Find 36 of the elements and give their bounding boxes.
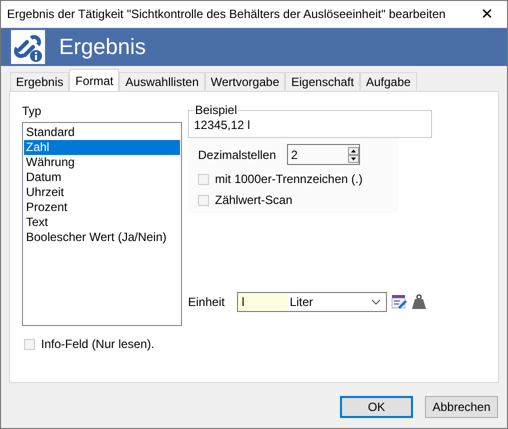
tab[interactable]: Auswahllisten	[119, 72, 205, 91]
up-arrow-icon[interactable]	[348, 146, 360, 154]
list-item[interactable]: Uhrzeit	[24, 185, 180, 200]
checkbox-label: Info-Feld (Nur lesen).	[41, 337, 154, 351]
field-label: Einheit	[188, 295, 225, 309]
chevron-down-icon[interactable]	[370, 299, 381, 305]
type-list[interactable]: Standard Zahl Währung Datum Uhrzeit Prozent Text Boolescher Wert (Ja/Nein)	[22, 122, 182, 326]
unit-combo[interactable]: l Liter	[236, 292, 387, 312]
close-button[interactable]: ✕	[467, 1, 507, 27]
field-label: Dezimalstellen	[198, 148, 276, 162]
list-item[interactable]: Datum	[24, 170, 180, 185]
list-item[interactable]: Boolescher Wert (Ja/Nein)	[24, 230, 180, 245]
tab[interactable]: Wertvorgabe	[204, 72, 286, 91]
tab[interactable]: Format	[69, 69, 120, 91]
checkbox-label: mit 1000er-Trennzeichen (.)	[215, 172, 363, 186]
field-label: Typ	[22, 104, 42, 118]
banner-title: Ergebnis	[59, 34, 146, 60]
checkbox-label: Zählwert-Scan	[215, 193, 292, 207]
list-item[interactable]: Prozent	[24, 200, 180, 215]
decimals-spinner[interactable]: 2	[287, 144, 360, 165]
list-item[interactable]: Text	[24, 215, 180, 230]
down-arrow-icon[interactable]	[348, 154, 360, 162]
list-item[interactable]: Standard	[24, 125, 180, 140]
window-title: Ergebnis der Tätigkeit "Sichtkontrolle des Behälters der Auslöseeinheit" bearbeiten	[7, 7, 446, 21]
link-info-icon	[11, 30, 45, 64]
list-item[interactable]: Zahl	[24, 140, 180, 155]
tab[interactable]: Aufgabe	[360, 72, 417, 91]
example-value: 12345,12 l	[194, 118, 250, 132]
cancel-button[interactable]: Abbrechen	[425, 396, 498, 418]
list-item[interactable]: Währung	[24, 155, 180, 170]
ok-button[interactable]: OK	[340, 396, 413, 418]
tab[interactable]: Eigenschaft	[285, 72, 360, 91]
edit-list-icon[interactable]	[390, 294, 407, 310]
weight-icon[interactable]	[410, 294, 427, 310]
tab[interactable]: Ergebnis	[10, 72, 70, 91]
group-legend: Beispiel	[194, 103, 238, 117]
